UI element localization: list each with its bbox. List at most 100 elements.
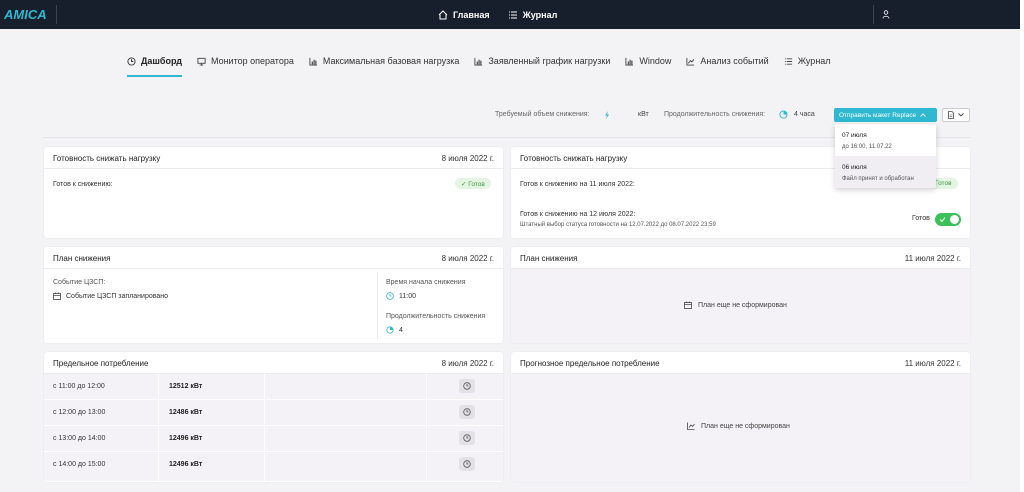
card-title: Прогнозное предельное потребление xyxy=(520,359,660,368)
plan-empty-area: План еще не сформирован xyxy=(511,269,970,343)
tab-bar: Дашборд Монитор оператора Максимальная б… xyxy=(127,55,831,77)
card-header: Готовность снижать нагрузку 8 июля 2022 … xyxy=(44,147,503,169)
row-value: 12486 кВт xyxy=(169,409,203,416)
table-row: с 11:00 до 12:00 12512 кВт xyxy=(44,374,503,400)
send-replace-label: Отправить макет Replace xyxy=(839,111,917,119)
plan-card-right: План снижения 11 июля 2022 г. План еще н… xyxy=(511,247,970,343)
pie-progress-icon xyxy=(779,110,788,119)
card-title: План снижения xyxy=(53,254,111,263)
clock-icon xyxy=(463,382,471,390)
tab-event-analysis-label: Анализ событий xyxy=(700,56,769,66)
card-date: 8 июля 2022 г. xyxy=(441,359,494,368)
clock-icon xyxy=(463,460,471,468)
card-title: Готовность снижать нагрузку xyxy=(53,154,161,163)
dropdown-item[interactable]: 06 июля Файл принят и обработан xyxy=(835,156,936,188)
scrollbar-top xyxy=(1020,0,1024,29)
ready-row2-sub: Штатный выбор статуса готовности на 12.0… xyxy=(520,222,716,228)
send-replace-button[interactable]: Отправить макет Replace xyxy=(834,108,937,122)
event-value: Событие ЦЗСП запланировано xyxy=(66,293,169,300)
tab-window-label: Window xyxy=(639,56,672,66)
pie-progress-icon xyxy=(386,326,394,334)
dropdown-item-sub: до 16:00, 11.07.22 xyxy=(842,144,892,150)
nav-home-label: Главная xyxy=(453,9,490,20)
nav-home[interactable]: Главная xyxy=(438,10,490,20)
chevron-up-icon xyxy=(920,113,926,117)
card-header: План снижения 8 июля 2022 г. xyxy=(44,247,503,269)
reduction-volume-label: Требуемый объем снижения: xyxy=(495,111,590,118)
logo-divider xyxy=(56,5,57,24)
forecast-empty-text: План еще не сформирован xyxy=(701,422,790,430)
nav-journal-label: Журнал xyxy=(522,9,558,20)
table-column-divider xyxy=(158,374,159,482)
chevron-down-icon xyxy=(958,113,964,117)
card-date: 11 июля 2022 г. xyxy=(904,254,961,263)
tab-dashboard-label: Дашборд xyxy=(141,56,182,66)
tab-declared-schedule[interactable]: Заявленный график нагрузки xyxy=(474,55,610,77)
document-menu-button[interactable] xyxy=(942,108,970,122)
row-period: с 12:00 до 13:00 xyxy=(53,409,106,416)
user-divider xyxy=(873,5,874,24)
card-header: Предельное потребление 8 июля 2022 г. xyxy=(44,352,503,374)
duration-label: Продолжительность снижения: xyxy=(664,111,766,118)
clock-icon xyxy=(463,434,471,442)
ready-label: Готов к снижению: xyxy=(53,181,113,188)
amica-logo[interactable]: AMICA xyxy=(4,6,46,22)
tab-window[interactable]: Window xyxy=(625,55,671,77)
card-header: План снижения 11 июля 2022 г. xyxy=(511,247,970,269)
row-value: 12512 кВт xyxy=(169,383,203,390)
clock-icon xyxy=(386,292,394,300)
tab-event-analysis[interactable]: Анализ событий xyxy=(686,55,769,77)
check-icon xyxy=(939,217,946,223)
row-clock-button[interactable] xyxy=(459,405,475,419)
row-clock-button[interactable] xyxy=(459,379,475,393)
duration-value: 4 часа xyxy=(794,111,815,118)
table-row: с 12:00 до 13:00 12486 кВт xyxy=(44,400,503,426)
reduction-filter-row: Требуемый объем снижения: кВт Продолжите… xyxy=(0,108,1024,122)
user-icon[interactable] xyxy=(882,10,890,19)
bar-chart-icon xyxy=(474,57,483,66)
bar-chart-icon xyxy=(309,57,317,66)
card-date: 8 июля 2022 г. xyxy=(441,154,494,163)
scrollbar[interactable] xyxy=(1020,29,1024,492)
chart-icon xyxy=(687,422,695,430)
list-icon xyxy=(784,58,792,65)
top-nav: Главная Журнал xyxy=(438,0,557,29)
tab-max-base-load[interactable]: Максимальная базовая нагрузка xyxy=(309,55,460,77)
forecast-limit-card: Прогнозное предельное потребление 11 июл… xyxy=(511,352,970,482)
tab-max-base-load-label: Максимальная базовая нагрузка xyxy=(322,56,460,66)
table-column-divider xyxy=(426,374,427,482)
document-icon xyxy=(948,111,954,119)
card-title: Предельное потребление xyxy=(53,359,149,368)
calendar-icon xyxy=(53,292,61,300)
replace-dropdown-menu: 07 июля до 16:00, 11.07.22 06 июля Файл … xyxy=(835,124,936,188)
tab-declared-schedule-label: Заявленный график нагрузки xyxy=(488,56,611,66)
duration-label: Продолжительность снижения xyxy=(386,313,486,320)
start-time-value: 11:00 xyxy=(399,293,416,300)
dropdown-item-title: 06 июля xyxy=(842,164,867,171)
row-clock-button[interactable] xyxy=(459,431,475,445)
limit-card-left: Предельное потребление 8 июля 2022 г. с … xyxy=(44,352,503,482)
top-bar: AMICA Главная Журнал xyxy=(0,0,1024,29)
card-date: 8 июля 2022 г. xyxy=(441,254,494,263)
start-time-label: Время начала снижения xyxy=(386,279,466,286)
event-label: Событие ЦЗСП: xyxy=(53,279,106,286)
ready-badge: ✓ Готов xyxy=(455,178,491,189)
tab-journal-label: Журнал xyxy=(797,56,831,66)
dropdown-item[interactable]: 07 июля до 16:00, 11.07.22 xyxy=(835,124,936,156)
ready-toggle[interactable] xyxy=(935,213,961,226)
plan-card-left: План снижения 8 июля 2022 г. Событие ЦЗС… xyxy=(44,247,503,343)
tab-dashboard[interactable]: Дашборд xyxy=(127,55,182,77)
row-value: 12496 кВт xyxy=(169,435,203,442)
tab-journal[interactable]: Журнал xyxy=(784,55,831,77)
readiness-card-left: Готовность снижать нагрузку 8 июля 2022 … xyxy=(44,147,503,238)
tab-operator-monitor[interactable]: Монитор оператора xyxy=(197,55,294,77)
ready-row1-label: Готов к снижению на 11 июля 2022: xyxy=(520,181,635,188)
calendar-icon xyxy=(684,301,692,309)
plan-column-divider xyxy=(377,273,378,339)
nav-journal[interactable]: Журнал xyxy=(508,9,558,20)
lightning-icon xyxy=(605,111,609,119)
row-clock-button[interactable] xyxy=(459,457,475,471)
line-chart-icon xyxy=(686,57,695,66)
table-column-divider xyxy=(264,374,265,482)
toggle-knob xyxy=(950,215,959,224)
